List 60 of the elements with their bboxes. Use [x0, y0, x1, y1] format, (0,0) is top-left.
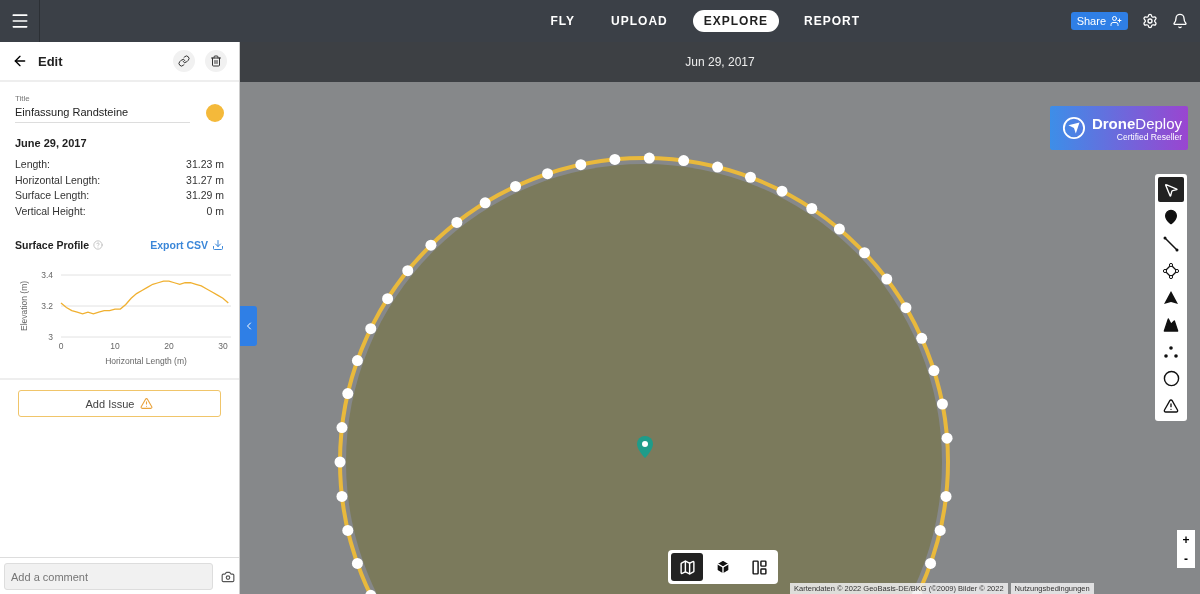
nav-tab[interactable]: REPORT	[793, 10, 872, 32]
logo-icon	[1062, 115, 1086, 141]
nav-tab[interactable]: UPLOAD	[600, 10, 679, 32]
axis-title: Elevation (m)	[19, 280, 29, 332]
tick-label: 3.2	[41, 301, 53, 311]
dots-icon	[1163, 343, 1179, 360]
view-button[interactable]	[671, 553, 703, 581]
layout-icon	[750, 558, 768, 576]
nav-tab[interactable]: FLY	[539, 10, 587, 32]
pyramid-icon	[1163, 289, 1179, 306]
trash-icon	[210, 55, 222, 67]
nav-tab[interactable]: EXPLORE	[692, 10, 780, 32]
circle-icon	[1162, 370, 1180, 387]
mountain-icon	[1163, 316, 1179, 333]
title-field[interactable]: Einfassung Randsteine	[15, 103, 190, 123]
cube-icon	[715, 559, 731, 575]
export-link[interactable]: Export CSV	[150, 239, 208, 251]
tick-label: 30	[218, 341, 228, 351]
tool-button[interactable]	[1158, 177, 1184, 202]
logo-name: DroneDeploy	[1091, 114, 1182, 132]
download-icon[interactable]	[212, 239, 224, 251]
share-button[interactable]: Share	[1070, 12, 1128, 30]
date-heading: June 29, 2017	[15, 137, 88, 149]
tick-label: 0	[58, 341, 64, 351]
section-title: Surface Profile	[15, 239, 90, 251]
settings-icon[interactable]	[1142, 13, 1158, 29]
link-button[interactable]	[173, 50, 195, 72]
stat-label: Horizontal Length:	[15, 172, 101, 188]
add-users-icon	[1110, 15, 1122, 27]
map-pin-icon	[637, 436, 653, 458]
map-date: Jun 29, 2017	[685, 55, 755, 69]
pointer-icon	[1163, 181, 1179, 198]
warning-icon	[140, 397, 154, 410]
tick-label: 20	[164, 341, 174, 351]
stat-label: Vertical Height:	[15, 203, 86, 219]
stat-label: Surface Length:	[15, 188, 90, 203]
map-icon	[678, 558, 696, 576]
color-swatch[interactable]	[206, 104, 224, 122]
polygon-icon	[1163, 262, 1179, 279]
bell-icon[interactable]	[1172, 13, 1188, 29]
pin-icon	[1163, 208, 1179, 225]
stat-label: Length:	[15, 157, 51, 172]
stat-value: 31.23 m	[186, 157, 224, 172]
axis-title: Horizontal Length (m)	[105, 356, 187, 366]
logo-subtitle: Certified Reseller	[1116, 131, 1182, 142]
comment-field[interactable]: Add a comment	[4, 563, 213, 590]
warning-icon	[1163, 397, 1179, 414]
stat-value: 31.27 m	[186, 172, 224, 188]
stat-value: 31.29 m	[186, 188, 224, 203]
stat-value: 0 m	[206, 203, 224, 219]
field-label: Title	[15, 94, 31, 103]
add-issue-button[interactable]: Add Issue	[18, 390, 221, 417]
camera-icon[interactable]	[221, 569, 235, 584]
panel-heading: Edit	[38, 53, 64, 69]
tick-label: 3	[48, 332, 53, 342]
tick-label: 3.4	[41, 270, 53, 280]
link-icon	[178, 55, 190, 67]
line-icon	[1163, 235, 1179, 252]
tick-label: 10	[110, 341, 120, 351]
delete-button[interactable]	[205, 50, 227, 72]
